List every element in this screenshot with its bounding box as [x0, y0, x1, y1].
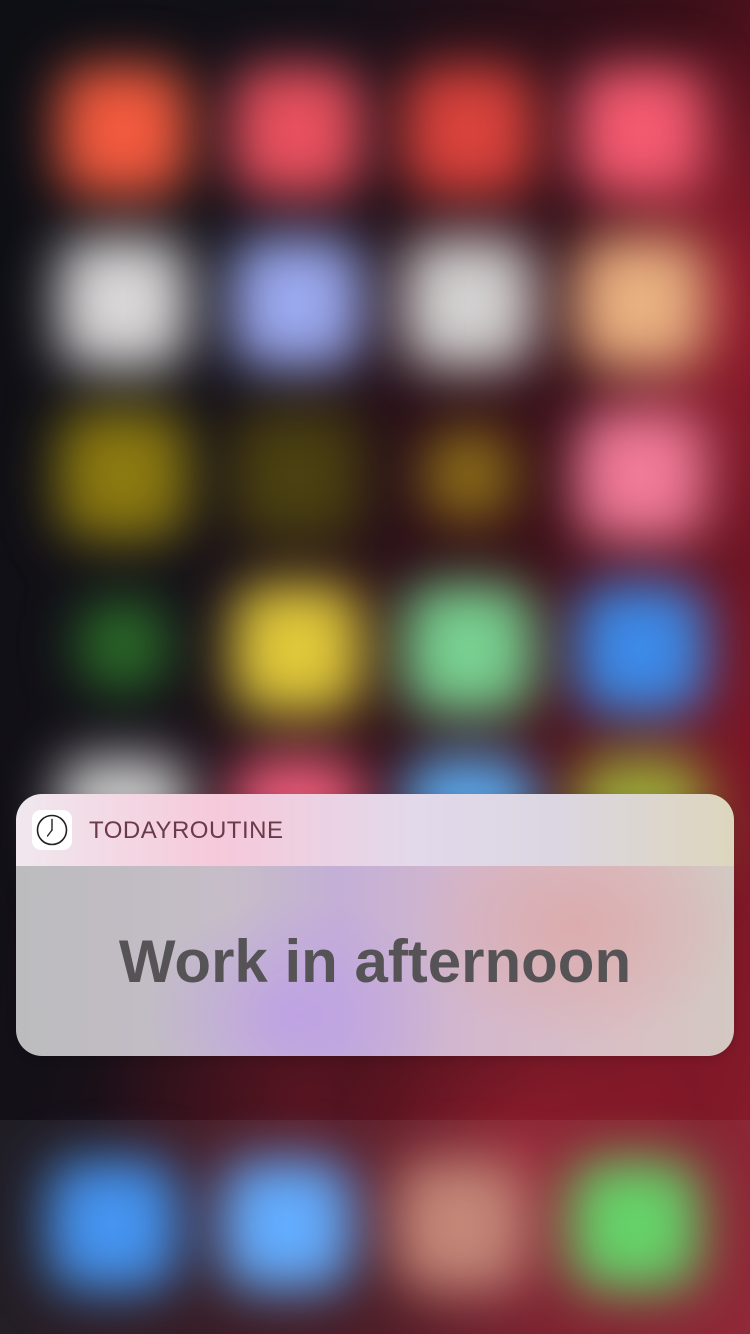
- app-icon-blurred: [232, 66, 362, 196]
- app-icon-blurred: [424, 430, 514, 520]
- app-icon-blurred: [576, 584, 706, 714]
- app-icon-blurred: [576, 66, 706, 196]
- app-icon-blurred: [78, 600, 168, 690]
- app-icon-blurred: [232, 238, 362, 368]
- notification-banner[interactable]: TODAYROUTINE Work in afternoon: [16, 794, 734, 1056]
- home-screen: TODAYROUTINE Work in afternoon: [0, 0, 750, 1334]
- app-icon-blurred: [58, 66, 188, 196]
- app-icon-blurred: [232, 410, 362, 540]
- app-icon-blurred: [58, 238, 188, 368]
- app-icon-blurred: [404, 238, 534, 368]
- notification-message: Work in afternoon: [118, 927, 632, 995]
- app-icon-blurred: [404, 66, 534, 196]
- dock-background: [0, 1120, 750, 1334]
- app-icon-blurred: [404, 584, 534, 714]
- notification-header: TODAYROUTINE: [16, 794, 734, 866]
- app-icon-blurred: [58, 410, 188, 540]
- app-icon-blurred: [576, 238, 706, 368]
- clock-icon: [32, 810, 72, 850]
- app-icon-blurred: [232, 584, 362, 714]
- clock-icon-graphic: [36, 814, 68, 846]
- notification-body: Work in afternoon: [16, 866, 734, 1056]
- notification-app-name: TODAYROUTINE: [89, 817, 284, 844]
- app-icon-blurred: [576, 410, 706, 540]
